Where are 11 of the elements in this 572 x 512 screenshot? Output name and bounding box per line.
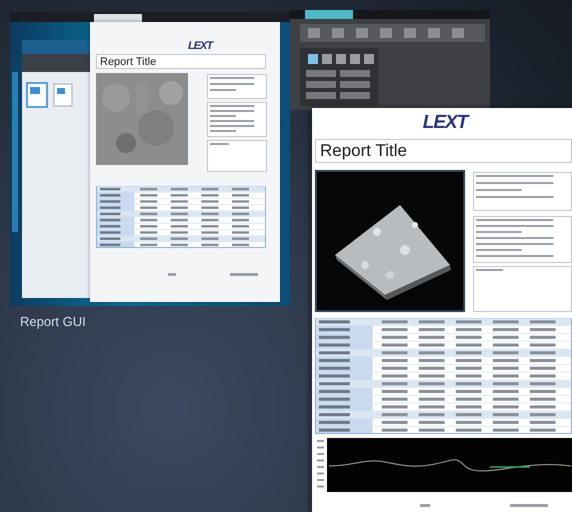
logo: LEXT bbox=[188, 40, 212, 52]
panel-header bbox=[22, 40, 90, 54]
caption: Report GUI bbox=[20, 314, 86, 329]
logo: LEXT bbox=[422, 112, 468, 134]
toolbar bbox=[22, 54, 90, 72]
tab[interactable] bbox=[305, 10, 353, 19]
axis-labels-drawing bbox=[317, 440, 324, 488]
side-tab[interactable] bbox=[12, 72, 18, 232]
title-field[interactable]: Report Title bbox=[96, 54, 266, 69]
title-field[interactable]: Report Title bbox=[315, 139, 572, 163]
tab[interactable] bbox=[94, 14, 142, 22]
